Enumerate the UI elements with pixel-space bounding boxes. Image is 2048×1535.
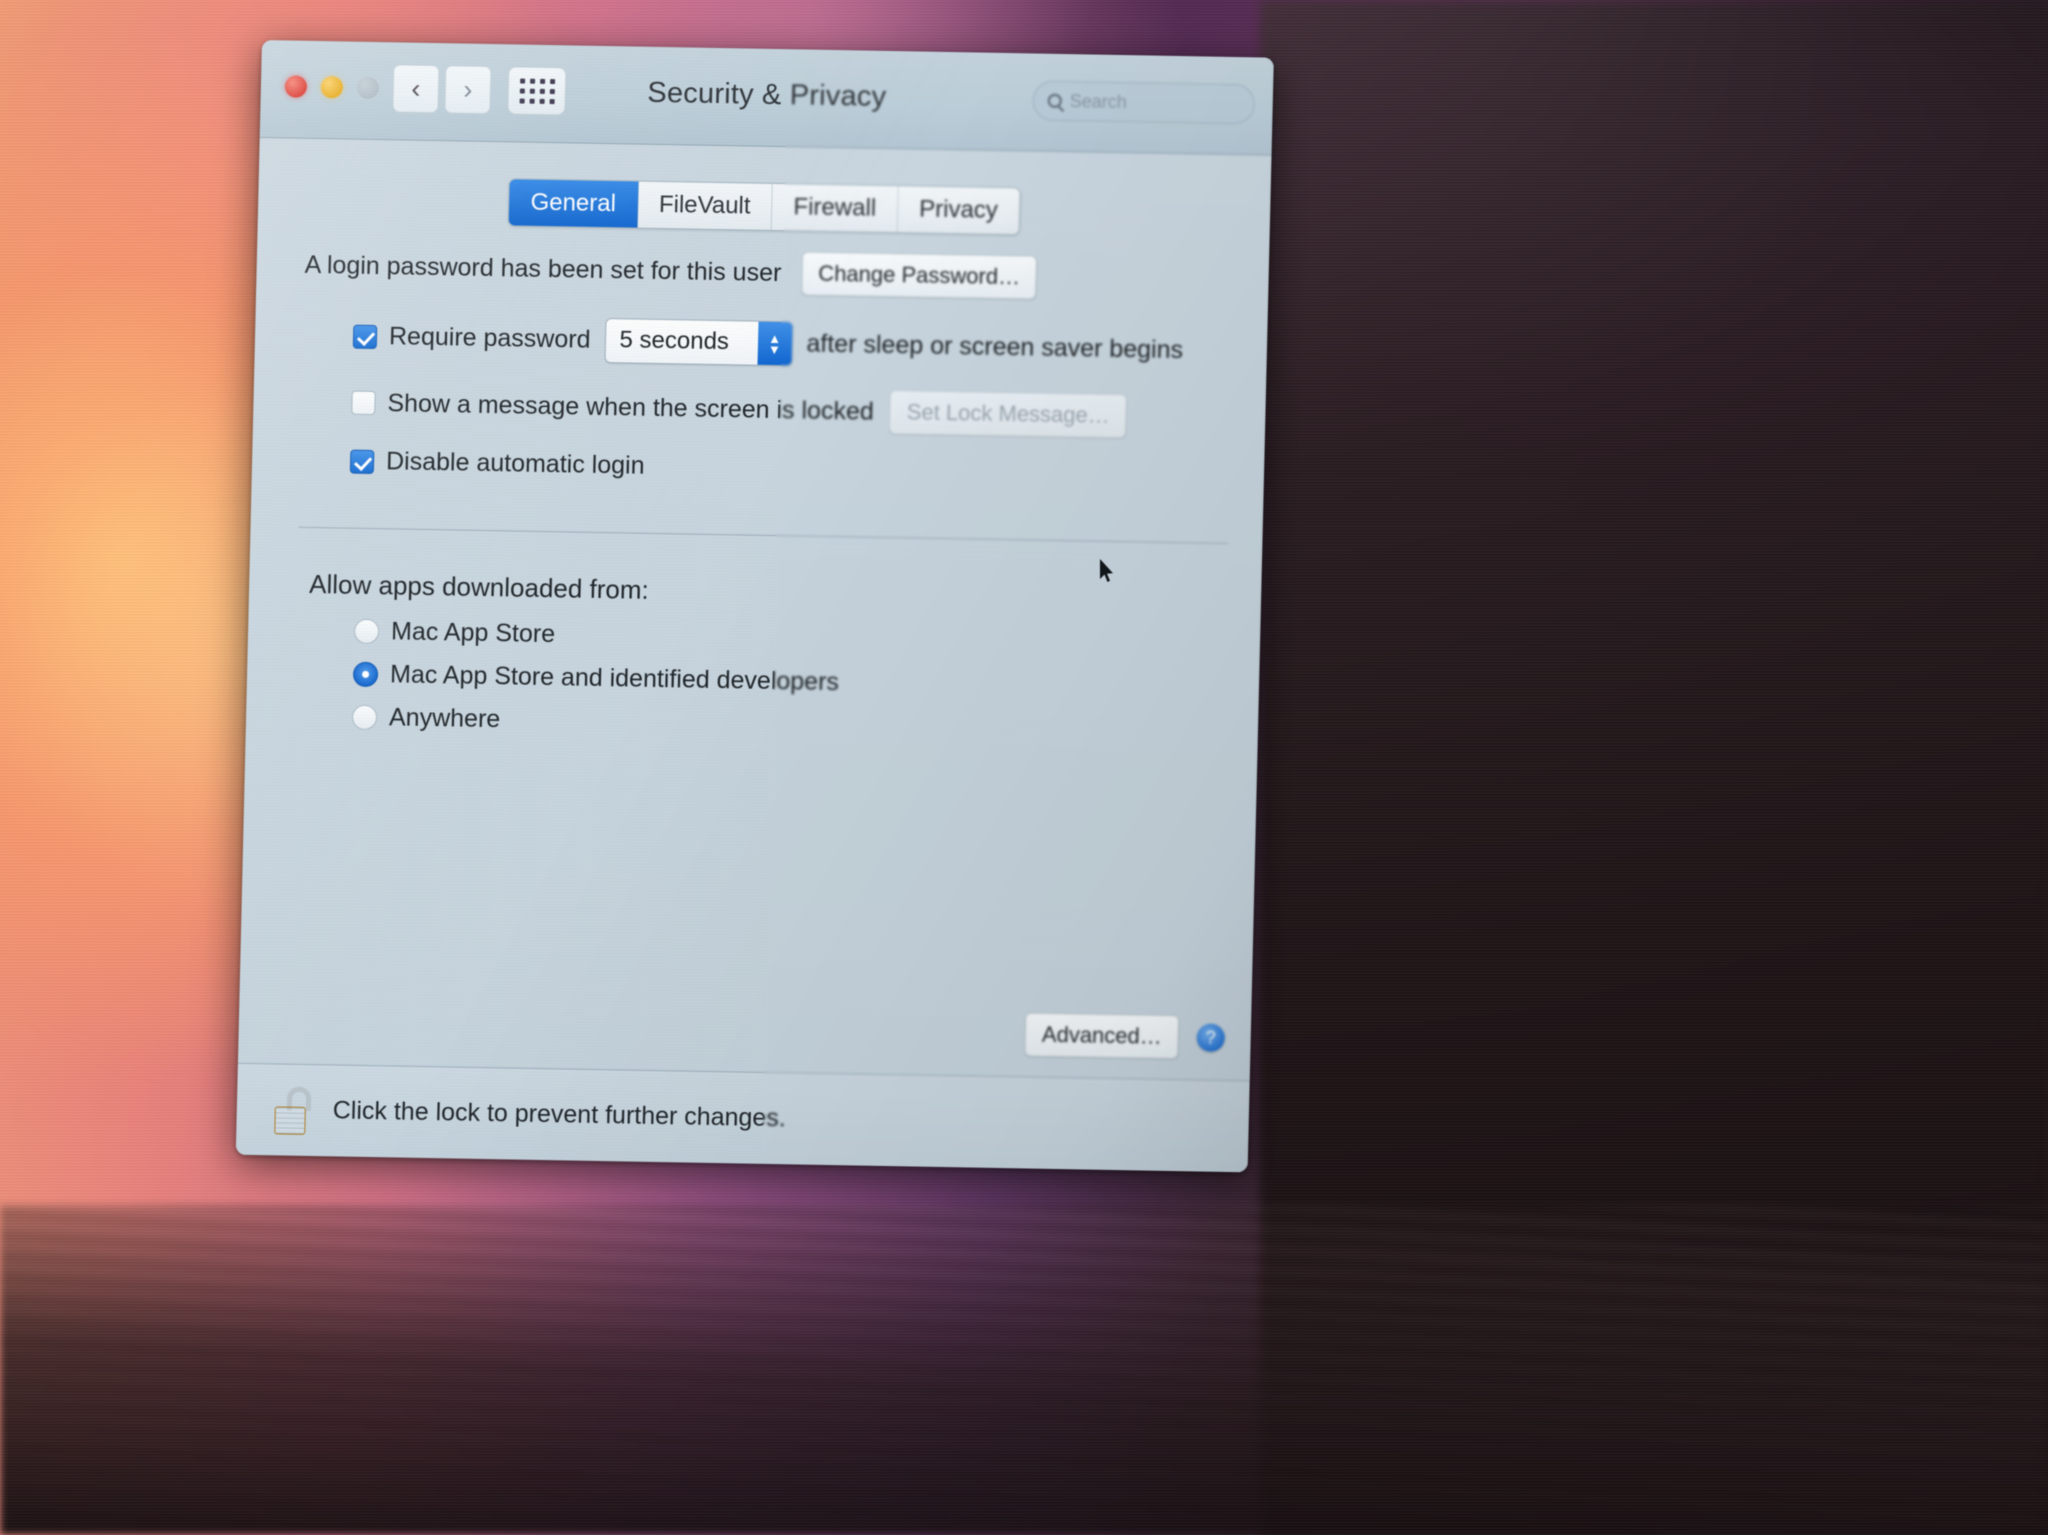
show-lock-message-label: Show a message when the screen is locked: [387, 388, 875, 426]
window-titlebar: ‹ › Security & Privacy Search: [259, 40, 1274, 156]
tab-filevault[interactable]: FileVault: [637, 181, 774, 230]
general-settings-panel: A login password has been set for this u…: [300, 243, 1237, 491]
tab-firewall[interactable]: Firewall: [771, 183, 899, 233]
disable-auto-login-checkbox[interactable]: [349, 449, 375, 474]
password-delay-value: 5 seconds: [605, 319, 759, 365]
tab-general[interactable]: General: [509, 179, 639, 228]
lock-hint-text: Click the lock to prevent further change…: [332, 1096, 787, 1133]
section-divider: [298, 526, 1229, 544]
padlock-body: [274, 1105, 306, 1135]
disable-auto-login-label: Disable automatic login: [385, 447, 645, 480]
tab-filevault-label: FileVault: [658, 190, 751, 220]
search-field[interactable]: Search: [1032, 80, 1256, 125]
preference-pane-content: General FileVault Firewall Privacy A log…: [235, 138, 1272, 1173]
gatekeeper-section: Allow apps downloaded from: Mac App Stor…: [306, 569, 1230, 747]
set-lock-message-button[interactable]: Set Lock Message…: [889, 390, 1128, 439]
password-delay-stepper[interactable]: ▲ ▼: [756, 321, 792, 366]
advanced-row: Advanced… ?: [1024, 1012, 1226, 1060]
unlocked-padlock-icon[interactable]: [274, 1086, 315, 1135]
advanced-button[interactable]: Advanced…: [1024, 1012, 1180, 1060]
require-password-label: Require password: [388, 322, 591, 354]
lock-message-row: Show a message when the screen is locked…: [301, 380, 1234, 440]
radio-identified-developers-label: Mac App Store and identified developers: [389, 660, 840, 697]
radio-mac-app-store[interactable]: [353, 618, 380, 645]
password-status-row: A login password has been set for this u…: [304, 243, 1237, 303]
photo-scene: ‹ › Security & Privacy Search General Fi…: [0, 0, 2048, 1535]
radio-mac-app-store-label: Mac App Store: [390, 617, 556, 649]
require-password-checkbox[interactable]: [352, 324, 378, 349]
tab-general-label: General: [530, 188, 617, 218]
tab-bar: General FileVault Firewall Privacy: [258, 174, 1271, 240]
search-icon: [1047, 93, 1062, 108]
gatekeeper-option-identified-developers[interactable]: Mac App Store and identified developers: [307, 659, 1228, 704]
tab-privacy-label: Privacy: [918, 195, 999, 224]
require-password-row: Require password 5 seconds ▲ ▼ after sle…: [303, 313, 1236, 374]
window-footer: Click the lock to prevent further change…: [235, 1062, 1250, 1173]
gatekeeper-title: Allow apps downloaded from:: [308, 568, 650, 605]
radio-anywhere[interactable]: [351, 704, 378, 731]
require-password-suffix: after sleep or screen saver begins: [806, 329, 1184, 365]
arrow-cursor: [1100, 559, 1113, 582]
disable-auto-login-row: Disable automatic login: [300, 446, 1233, 491]
system-preferences-window-wrapper: ‹ › Security & Privacy Search General Fi…: [235, 40, 1274, 1173]
radio-anywhere-label: Anywhere: [388, 703, 501, 734]
tab-firewall-label: Firewall: [793, 193, 877, 222]
system-preferences-window: ‹ › Security & Privacy Search General Fi…: [235, 40, 1274, 1173]
password-delay-select[interactable]: 5 seconds ▲ ▼: [603, 318, 794, 367]
help-button[interactable]: ?: [1196, 1023, 1226, 1052]
change-password-button[interactable]: Change Password…: [800, 251, 1038, 300]
gatekeeper-option-anywhere[interactable]: Anywhere: [306, 702, 1227, 747]
gatekeeper-option-mac-app-store[interactable]: Mac App Store: [308, 616, 1229, 661]
wallpaper-foreground: [0, 1205, 2048, 1535]
password-status-text: A login password has been set for this u…: [304, 250, 782, 287]
show-lock-message-checkbox[interactable]: [351, 390, 376, 416]
search-placeholder: Search: [1069, 90, 1128, 112]
tab-group: General FileVault Firewall Privacy: [507, 178, 1021, 236]
chevron-down-icon: ▼: [767, 341, 781, 357]
tab-privacy[interactable]: Privacy: [897, 186, 1020, 235]
radio-identified-developers[interactable]: [352, 661, 379, 688]
